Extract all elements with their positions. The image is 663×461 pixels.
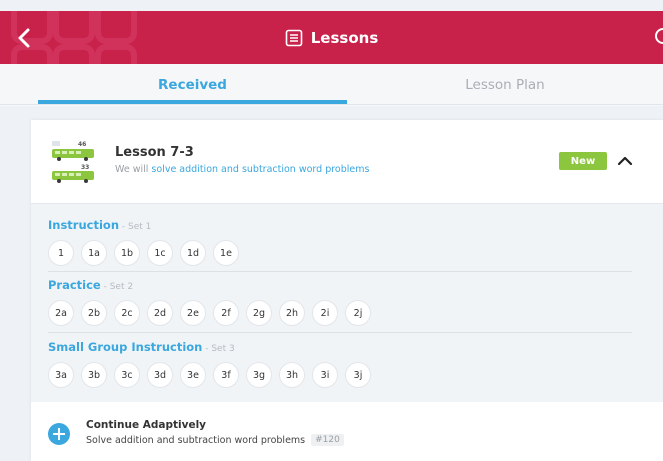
problem-chip[interactable]: 3e (180, 362, 206, 388)
page-title: Lessons (310, 28, 379, 47)
continue-description: Solve addition and subtraction word prob… (86, 434, 344, 446)
lesson-card: 46 33 Lesson 7-3 We will solve addition … (31, 120, 663, 461)
problem-chip[interactable]: 1c (147, 240, 173, 266)
tab-divider (0, 104, 663, 105)
lesson-desc-highlight: solve addition and subtraction word prob… (151, 164, 370, 175)
problem-chip[interactable]: 3j (345, 362, 371, 388)
lesson-title: Lesson 7-3 (115, 145, 194, 160)
problem-chip[interactable]: 1b (114, 240, 140, 266)
problem-chip[interactable]: 2f (213, 300, 239, 326)
set-label: Instruction - Set 1 (48, 218, 632, 232)
set-chips: 2a 2b 2c 2d 2e 2f 2g 2h 2i 2j (48, 300, 378, 326)
set-practice: Practice - Set 2 2a 2b 2c 2d 2e 2f 2g 2h… (48, 278, 632, 326)
problem-chip[interactable]: 3a (48, 362, 74, 388)
bus-count-top: 46 (78, 141, 86, 148)
problem-chip[interactable]: 2h (279, 300, 305, 326)
problem-chip[interactable]: 3f (213, 362, 239, 388)
set-small-group: Small Group Instruction - Set 3 3a 3b 3c… (48, 340, 632, 388)
set-label: Practice - Set 2 (48, 278, 632, 292)
problem-chip[interactable]: 1 (48, 240, 74, 266)
lesson-description: We will solve addition and subtraction w… (115, 164, 369, 175)
problem-chip[interactable]: 1a (81, 240, 107, 266)
app-header: Lessons (0, 11, 663, 64)
problem-chip[interactable]: 1d (180, 240, 206, 266)
lesson-list-icon (285, 29, 303, 46)
set-chips: 3a 3b 3c 3d 3e 3f 3g 3h 3i 3j (48, 362, 378, 388)
set-divider (48, 332, 632, 333)
continue-adaptively-row[interactable]: Continue Adaptively Solve addition and s… (31, 402, 663, 461)
set-label-sub: - Set 1 (119, 222, 152, 232)
set-label-sub: - Set 3 (202, 344, 235, 354)
problem-chip[interactable]: 3c (114, 362, 140, 388)
problem-chip[interactable]: 2i (312, 300, 338, 326)
chevron-up-icon[interactable] (617, 153, 633, 169)
problem-chip[interactable]: 2d (147, 300, 173, 326)
bus-count-bottom: 33 (81, 164, 89, 171)
problem-chip[interactable]: 2a (48, 300, 74, 326)
problem-sets: Instruction - Set 1 1 1a 1b 1c 1d 1e Pra… (31, 204, 663, 402)
tab-lesson-plan[interactable]: Lesson Plan (347, 64, 663, 106)
lesson-card-header[interactable]: 46 33 Lesson 7-3 We will solve addition … (31, 120, 663, 204)
set-instruction: Instruction - Set 1 1 1a 1b 1c 1d 1e (48, 218, 632, 266)
lesson-id-badge: #120 (311, 434, 344, 446)
bus-illustration-icon: 46 33 (52, 141, 94, 183)
set-label-name: Instruction (48, 218, 120, 232)
problem-chip[interactable]: 2c (114, 300, 140, 326)
new-badge: New (559, 152, 607, 170)
problem-chip[interactable]: 3i (312, 362, 338, 388)
set-label-sub: - Set 2 (100, 282, 134, 292)
set-chips: 1 1a 1b 1c 1d 1e (48, 240, 246, 266)
set-label-name: Small Group Instruction (48, 340, 203, 354)
set-label: Small Group Instruction - Set 3 (48, 340, 632, 354)
problem-chip[interactable]: 2j (345, 300, 371, 326)
problem-chip[interactable]: 2b (81, 300, 107, 326)
plus-icon[interactable] (48, 423, 70, 445)
set-label-name: Practice (48, 278, 101, 292)
set-divider (48, 271, 632, 272)
problem-chip[interactable]: 3g (246, 362, 272, 388)
problem-chip[interactable]: 1e (213, 240, 239, 266)
problem-chip[interactable]: 3b (81, 362, 107, 388)
continue-desc-text: Solve addition and subtraction word prob… (86, 434, 306, 446)
continue-title: Continue Adaptively (86, 419, 207, 431)
problem-chip[interactable]: 2e (180, 300, 206, 326)
problem-chip[interactable]: 2g (246, 300, 272, 326)
header-title-group: Lessons (0, 11, 663, 64)
problem-chip[interactable]: 3h (279, 362, 305, 388)
problem-chip[interactable]: 3d (147, 362, 173, 388)
lesson-desc-prefix: We will (115, 164, 152, 175)
